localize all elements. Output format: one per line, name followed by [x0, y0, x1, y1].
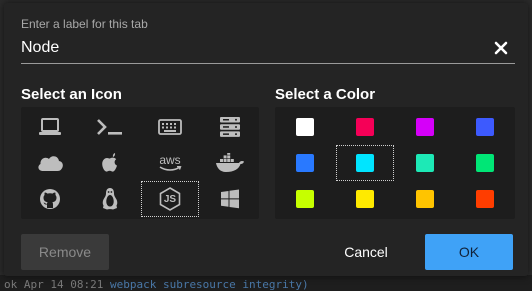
background-terminal: ok Apr 14 08:21 webpack subresource inte…: [0, 275, 532, 291]
apple-icon: [101, 153, 119, 173]
aws-smile-icon: [158, 166, 182, 172]
color-option-yellow[interactable]: [336, 181, 394, 217]
color-swatch: [476, 118, 494, 136]
label-field-caption: Enter a label for this tab: [21, 17, 148, 31]
color-option-white[interactable]: [276, 109, 334, 145]
icon-option-github[interactable]: [21, 181, 79, 217]
nodejs-icon: JS: [159, 187, 181, 211]
color-swatch: [416, 190, 434, 208]
color-swatch: [476, 154, 494, 172]
color-swatch: [296, 154, 314, 172]
color-swatch: [356, 190, 374, 208]
tab-label-dialog: Enter a label for this tab Select an Ico…: [4, 3, 528, 276]
nodejs-icon-label: JS: [163, 193, 177, 205]
label-input-underline: [21, 63, 515, 64]
color-option-orange[interactable]: [456, 181, 514, 217]
docker-icon: [215, 153, 245, 173]
color-option-indigo[interactable]: [456, 109, 514, 145]
terminal-line-highlight: webpack subresource integrity): [109, 278, 309, 291]
server-icon: [219, 116, 241, 138]
cloud-icon: [36, 153, 64, 173]
icon-option-server[interactable]: [201, 109, 259, 145]
color-option-red[interactable]: [336, 109, 394, 145]
laptop-icon: [38, 117, 62, 137]
color-swatch: [416, 154, 434, 172]
icon-option-aws[interactable]: aws: [141, 145, 199, 181]
icon-option-laptop[interactable]: [21, 109, 79, 145]
color-swatch: [416, 118, 434, 136]
terminal-line: ok Apr 14 08:21 webpack subresource inte…: [4, 278, 309, 291]
close-icon: [494, 41, 508, 55]
ok-button[interactable]: OK: [425, 234, 513, 270]
color-swatch: [296, 190, 314, 208]
icon-option-linux[interactable]: [81, 181, 139, 217]
color-option-cyan[interactable]: [336, 145, 394, 181]
clear-label-button[interactable]: [494, 41, 508, 55]
icon-option-terminal[interactable]: [81, 109, 139, 145]
color-section-title: Select a Color: [275, 86, 376, 103]
color-option-teal[interactable]: [396, 145, 454, 181]
aws-icon-label: aws: [159, 153, 181, 167]
color-swatch: [296, 118, 314, 136]
terminal-icon: [95, 117, 125, 137]
color-swatch: [356, 118, 374, 136]
cancel-button[interactable]: Cancel: [326, 234, 406, 270]
color-option-magenta[interactable]: [396, 109, 454, 145]
icon-option-docker[interactable]: [201, 145, 259, 181]
linux-icon: [100, 187, 120, 211]
color-swatch: [476, 190, 494, 208]
remove-button[interactable]: Remove: [21, 234, 109, 270]
color-grid: [275, 107, 515, 219]
windows-icon: [220, 189, 240, 209]
color-swatch: [356, 154, 374, 172]
color-option-blue[interactable]: [276, 145, 334, 181]
aws-icon: aws: [158, 154, 182, 172]
color-option-lime[interactable]: [276, 181, 334, 217]
keyboard-icon: [158, 119, 182, 135]
icon-section-title: Select an Icon: [21, 86, 122, 103]
icon-grid: aws JS: [21, 107, 259, 219]
color-option-amber[interactable]: [396, 181, 454, 217]
icon-option-apple[interactable]: [81, 145, 139, 181]
label-input[interactable]: [21, 35, 475, 61]
color-option-green[interactable]: [456, 145, 514, 181]
github-icon: [39, 188, 61, 210]
icon-option-keyboard[interactable]: [141, 109, 199, 145]
icon-option-nodejs[interactable]: JS: [141, 181, 199, 217]
terminal-line-prefix: ok Apr 14 08:21: [4, 278, 110, 291]
icon-option-cloud[interactable]: [21, 145, 79, 181]
icon-option-windows[interactable]: [201, 181, 259, 217]
